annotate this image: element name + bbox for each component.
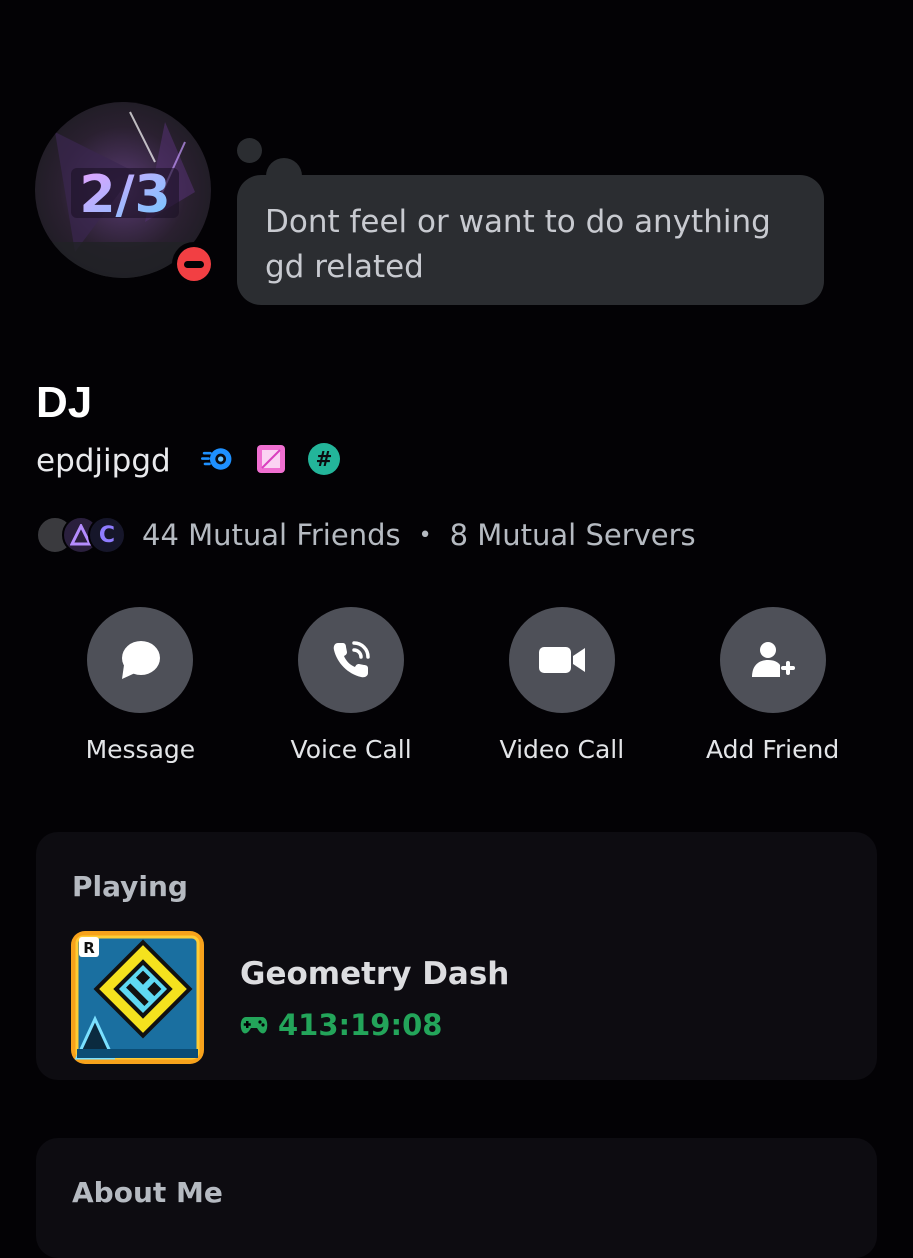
elapsed-time: 413:19:08 [278, 1008, 443, 1042]
activity-heading: Playing [72, 870, 188, 903]
add-friend-label: Add Friend [706, 735, 840, 764]
geometry-dash-icon: R [71, 931, 204, 1064]
add-friend-button[interactable]: Add Friend [667, 607, 878, 764]
game-badge-letter: R [83, 939, 95, 957]
video-call-label: Video Call [499, 735, 625, 764]
about-me-card: About Me [36, 1138, 877, 1258]
video-camera-icon [538, 647, 585, 673]
video-call-button-circle[interactable] [508, 607, 615, 713]
dnd-status-icon [172, 242, 216, 286]
game-title: Geometry Dash [240, 956, 510, 992]
svg-text:#: # [316, 447, 333, 471]
hashtag-badge-icon[interactable]: # [307, 442, 341, 476]
mutual-friends-link[interactable]: 44 Mutual Friends [142, 518, 401, 552]
mutual-avatars: C [36, 516, 126, 554]
controller-icon [240, 1017, 268, 1034]
voice-call-button-circle[interactable] [298, 607, 405, 713]
username: epdjipgd [36, 443, 171, 479]
voice-call-button[interactable]: Voice Call [246, 607, 457, 764]
message-label: Message [85, 735, 196, 764]
mutuals-row[interactable]: C 44 Mutual Friends • 8 Mutual Servers [36, 515, 696, 555]
about-me-heading: About Me [72, 1176, 223, 1209]
message-button-circle[interactable] [87, 607, 194, 713]
custom-status-text: Dont feel or want to do anything gd rela… [265, 204, 771, 285]
separator-dot: • [418, 522, 432, 548]
game-elapsed: 413:19:08 [240, 1008, 442, 1042]
svg-text:2/3: 2/3 [79, 165, 170, 225]
thought-dot-small [237, 138, 262, 163]
mutual-avatar-letter: C [98, 522, 116, 548]
display-name: DJ [36, 378, 93, 427]
mutual-avatar: C [88, 516, 126, 554]
custom-status-bubble: Dont feel or want to do anything gd rela… [237, 175, 824, 305]
video-call-button[interactable]: Video Call [457, 607, 668, 764]
badge-row: # [201, 442, 341, 476]
nitro-boost-icon[interactable] [201, 442, 235, 476]
add-friend-button-circle[interactable] [719, 607, 826, 713]
mutual-servers-link[interactable]: 8 Mutual Servers [450, 518, 696, 552]
phone-icon [333, 641, 370, 678]
crystal-icon[interactable] [254, 442, 288, 476]
voice-call-label: Voice Call [290, 735, 412, 764]
message-icon [122, 641, 161, 679]
add-friend-icon [751, 642, 795, 677]
action-buttons: Message Voice Call Video Call Add Friend [35, 607, 878, 764]
message-button[interactable]: Message [35, 607, 246, 764]
activity-card[interactable]: Playing R Geometry Dash 413:19:08 [36, 832, 877, 1080]
